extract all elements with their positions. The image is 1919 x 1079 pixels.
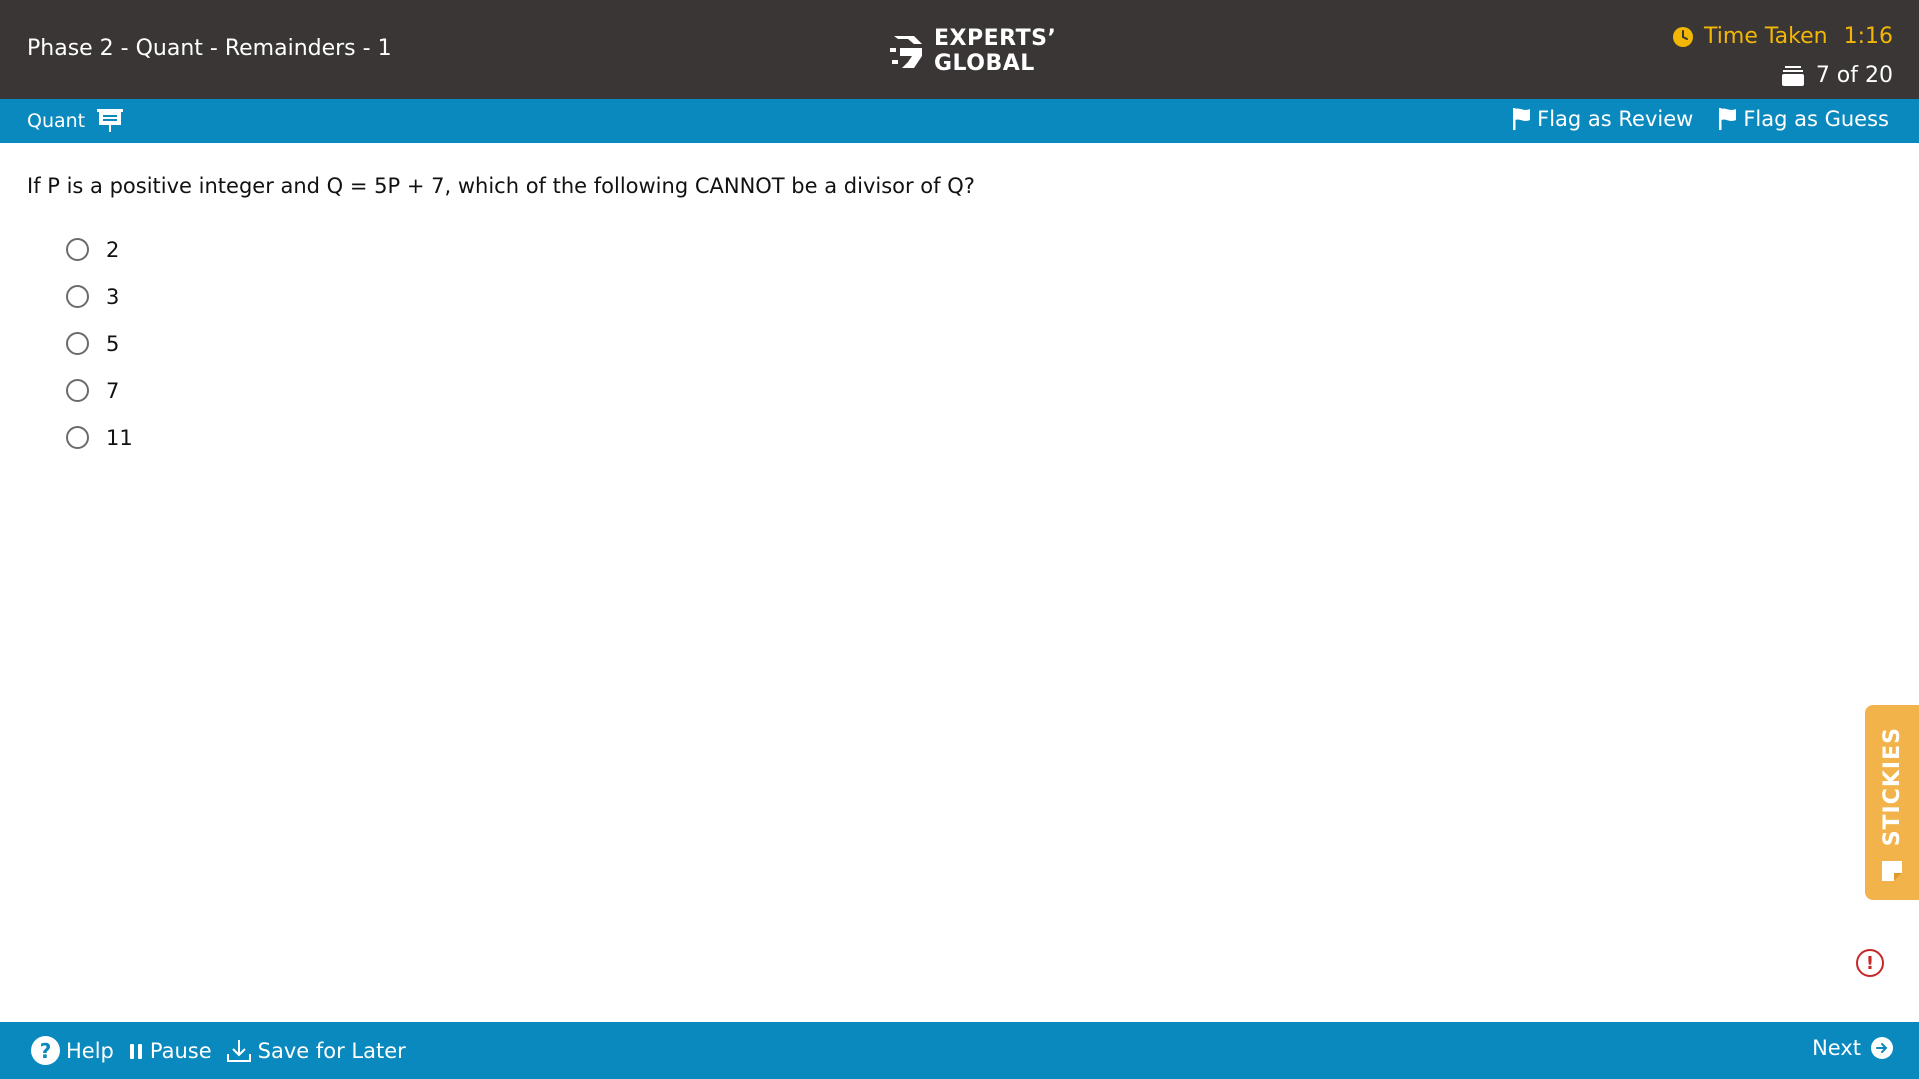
section-bar: Quant Flag as Review Flag as Guess [0,99,1919,143]
pause-label: Pause [149,1038,212,1063]
clock-icon [1673,26,1694,47]
save-label: Save for Later [257,1038,406,1063]
progress-text: 7 of 20 [1815,63,1893,88]
flag-review-label: Flag as Review [1537,107,1694,131]
logo-line-1: EXPERTS’ [934,26,1057,51]
pause-icon [129,1043,142,1059]
stickies-tab[interactable]: STICKIES [1865,705,1919,900]
option-label: 7 [106,378,120,403]
option-label: 3 [106,284,120,309]
option-label: 2 [106,237,120,262]
timer-value: 1:16 [1843,24,1893,49]
radio-button[interactable] [66,332,89,355]
experts-global-logo: EXPERTS’ GLOBAL [888,26,1056,76]
timer: Time Taken 1:16 [1672,24,1893,49]
save-for-later-button[interactable]: Save for Later [226,1038,406,1064]
question-stack-icon [1781,65,1804,86]
answer-option[interactable]: 11 [66,414,133,461]
help-label: Help [66,1038,114,1063]
flag-as-guess-button[interactable]: Flag as Guess [1719,107,1889,131]
flag-guess-label: Flag as Guess [1743,107,1889,131]
flag-icon [1719,108,1737,130]
top-header: Phase 2 - Quant - Remainders - 1 EXPERTS… [0,0,1919,99]
timer-label: Time Taken [1704,24,1828,49]
whiteboard-icon[interactable] [97,109,124,133]
logo-mark-icon [890,36,922,68]
radio-button[interactable] [66,285,89,308]
answer-options: 2 3 5 7 11 [66,226,133,461]
radio-button[interactable] [66,379,89,402]
flag-as-review-button[interactable]: Flag as Review [1513,107,1693,131]
radio-button[interactable] [66,426,89,449]
download-icon [226,1039,251,1062]
bottom-toolbar: ? Help Pause Save for Later Next [0,1022,1919,1079]
section-indicator: Quant [27,109,124,133]
exclamation-circle-icon[interactable]: ! [1856,949,1884,977]
question-circle-icon: ? [31,1036,60,1065]
section-name: Quant [27,110,86,132]
answer-option[interactable]: 5 [66,320,133,367]
flag-icon [1513,108,1531,130]
answer-option[interactable]: 2 [66,226,133,273]
flag-controls: Flag as Review Flag as Guess [1513,107,1889,131]
answer-option[interactable]: 7 [66,367,133,414]
answer-option[interactable]: 3 [66,273,133,320]
option-label: 5 [106,331,120,356]
next-label: Next [1812,1036,1861,1060]
option-label: 11 [106,425,133,450]
next-button[interactable]: Next [1812,1036,1893,1060]
radio-button[interactable] [66,238,89,261]
stickies-label: STICKIES [1879,726,1905,846]
sticky-note-icon [1882,861,1902,881]
question-progress: 7 of 20 [1781,63,1893,88]
help-button[interactable]: ? Help [31,1036,114,1065]
question-text: If P is a positive integer and Q = 5P + … [27,174,975,198]
bottom-left-controls: ? Help Pause Save for Later [31,1036,406,1065]
arrow-right-circle-icon [1871,1037,1893,1059]
test-title: Phase 2 - Quant - Remainders - 1 [27,36,392,61]
pause-button[interactable]: Pause [128,1039,212,1063]
logo-line-2: GLOBAL [934,51,1035,76]
